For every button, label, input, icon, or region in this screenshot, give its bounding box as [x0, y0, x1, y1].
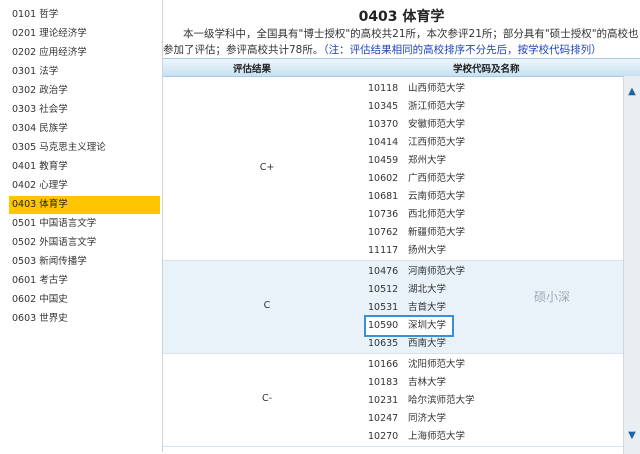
table-row[interactable]: 10247 同济大学 — [368, 410, 446, 428]
school-name: 安徽师范大学 — [408, 119, 466, 130]
table-row[interactable]: 10270 上海师范大学 — [368, 428, 465, 446]
school-name: 新疆师范大学 — [408, 227, 466, 238]
school-name: 沈阳师范大学 — [408, 359, 466, 370]
grade-group: C+ 10118 山西师范大学 10345 浙江师范大学 10370 安徽师范大学 10414… — [163, 78, 624, 261]
school-code: 10590 — [368, 320, 399, 331]
description-line-2: 参加了评估；参评高校共计78所。 — [163, 44, 324, 56]
sidebar-item[interactable]: 0603 世界史 — [9, 310, 160, 328]
school-code: 10736 — [368, 209, 399, 220]
sidebar-item[interactable]: 0402 心理学 — [9, 177, 160, 195]
watermark: 硕小深 — [534, 290, 571, 304]
sidebar-item[interactable]: 0303 社会学 — [9, 101, 160, 119]
table-row[interactable]: 10681 云南师范大学 — [368, 188, 465, 206]
school-name: 同济大学 — [408, 413, 447, 424]
school-code: 10476 — [368, 266, 399, 277]
school-name: 西南大学 — [408, 338, 447, 349]
school-name: 吉林大学 — [408, 377, 447, 388]
table-row[interactable]: 10476 河南师范大学 — [368, 263, 465, 281]
school-name: 哈尔滨师范大学 — [408, 395, 475, 406]
grade-label: C — [263, 300, 271, 311]
sidebar-item[interactable]: 0501 中国语言文学 — [9, 215, 160, 233]
sidebar-item[interactable]: 0304 民族学 — [9, 120, 160, 138]
school-code: 10459 — [368, 155, 399, 166]
school-name: 河南师范大学 — [408, 266, 466, 277]
school-name: 上海师范大学 — [408, 431, 466, 442]
table-row[interactable]: 10183 吉林大学 — [368, 374, 446, 392]
school-name: 郑州大学 — [408, 155, 447, 166]
main-panel: 0403 体育学 本一级学科中，全国具有"博士授权"的高校共21所，本次参评21… — [163, 0, 640, 454]
school-code: 10762 — [368, 227, 399, 238]
sidebar-item[interactable]: 0503 新闻传播学 — [9, 253, 160, 271]
school-name: 广西师范大学 — [408, 173, 466, 184]
school-code: 10270 — [368, 431, 399, 442]
school-name: 扬州大学 — [408, 245, 447, 256]
table-row[interactable]: 10736 西北师范大学 — [368, 206, 465, 224]
school-code: 10166 — [368, 359, 399, 370]
school-code: 10370 — [368, 119, 399, 130]
scrollbar[interactable]: ▲ ▼ — [623, 76, 640, 454]
sidebar-item[interactable]: 0403 体育学 — [9, 196, 160, 214]
table-row[interactable]: 10459 郑州大学 — [368, 152, 446, 170]
school-code: 10231 — [368, 395, 399, 406]
school-code: 11117 — [368, 245, 399, 256]
table-row[interactable]: 10635 西南大学 — [368, 335, 446, 353]
description-note: （注：评估结果相同的高校排序不分先后，按学校代码排列） — [323, 44, 602, 56]
chevron-up-icon[interactable]: ▲ — [624, 84, 640, 100]
school-code: 10602 — [368, 173, 399, 184]
school-name: 浙江师范大学 — [408, 101, 466, 112]
sidebar-item[interactable]: 0502 外国语言文学 — [9, 234, 160, 252]
sidebar-item[interactable]: 0301 法学 — [9, 63, 160, 81]
table-row[interactable]: 10531 吉首大学 — [368, 299, 446, 317]
table-row[interactable]: 10512 湖北大学 — [368, 281, 446, 299]
table-row[interactable]: 10414 江西师范大学 — [368, 134, 465, 152]
table-row[interactable]: 11117 扬州大学 — [368, 242, 446, 260]
description: 本一级学科中，全国具有"博士授权"的高校共21所，本次参评21所；部分具有"硕士… — [163, 26, 640, 58]
school-code: 10183 — [368, 377, 399, 388]
sidebar-item[interactable]: 0401 教育学 — [9, 158, 160, 176]
school-code: 10345 — [368, 101, 399, 112]
table-row[interactable]: 10345 浙江师范大学 — [368, 98, 465, 116]
table-row[interactable]: 10602 广西师范大学 — [368, 170, 465, 188]
page-title: 0403 体育学 — [358, 9, 445, 25]
sidebar-item[interactable]: 0602 中国史 — [9, 291, 160, 309]
school-code: 10512 — [368, 284, 399, 295]
grade-group: C 10476 河南师范大学 10512 湖北大学 10531 吉首大学 10590 深圳大学 1… — [163, 261, 624, 354]
table-row[interactable]: 10118 山西师范大学 — [368, 80, 465, 98]
column-header-school: 学校代码及名称 — [453, 64, 520, 75]
sidebar-item[interactable]: 0201 理论经济学 — [9, 25, 160, 43]
table-row[interactable]: 10762 新疆师范大学 — [368, 224, 465, 242]
sidebar-item[interactable]: 0305 马克思主义理论 — [9, 139, 160, 157]
school-name: 深圳大学 — [408, 320, 447, 331]
grade-label: C+ — [259, 162, 275, 173]
school-code: 10531 — [368, 302, 399, 313]
table-header: 评估结果 学校代码及名称 — [163, 58, 640, 77]
school-code: 10118 — [368, 83, 399, 94]
table-row[interactable]: 10231 哈尔滨师范大学 — [368, 392, 475, 410]
school-name: 山西师范大学 — [408, 83, 466, 94]
grade-group: C- 10166 沈阳师范大学 10183 吉林大学 10231 哈尔滨师范大学 10247 同… — [163, 354, 624, 447]
table-row[interactable]: 10166 沈阳师范大学 — [368, 356, 465, 374]
school-name: 江西师范大学 — [408, 137, 466, 148]
sidebar-item[interactable]: 0302 政治学 — [9, 82, 160, 100]
school-name: 西北师范大学 — [408, 209, 466, 220]
description-line-1: 本一级学科中，全国具有"博士授权"的高校共21所，本次参评21所；部分具有"硕士… — [183, 28, 639, 40]
sidebar-item[interactable]: 0101 哲学 — [9, 6, 160, 24]
school-name: 云南师范大学 — [408, 191, 466, 202]
chevron-down-icon[interactable]: ▼ — [624, 428, 640, 444]
school-name: 吉首大学 — [408, 302, 447, 313]
grade-label: C- — [261, 393, 273, 404]
school-code: 10414 — [368, 137, 399, 148]
column-header-grade: 评估结果 — [233, 64, 272, 75]
sidebar-item[interactable]: 0601 考古学 — [9, 272, 160, 290]
school-name: 湖北大学 — [408, 284, 447, 295]
table-row[interactable]: 10590 深圳大学 — [363, 315, 455, 337]
sidebar-item[interactable]: 0202 应用经济学 — [9, 44, 160, 62]
school-code: 10247 — [368, 413, 399, 424]
table-row[interactable]: 10370 安徽师范大学 — [368, 116, 465, 134]
school-code: 10681 — [368, 191, 399, 202]
sidebar: 0101 哲学 0201 理论经济学 0202 应用经济学 0301 法学 0302 政… — [0, 0, 163, 452]
school-code: 10635 — [368, 338, 399, 349]
